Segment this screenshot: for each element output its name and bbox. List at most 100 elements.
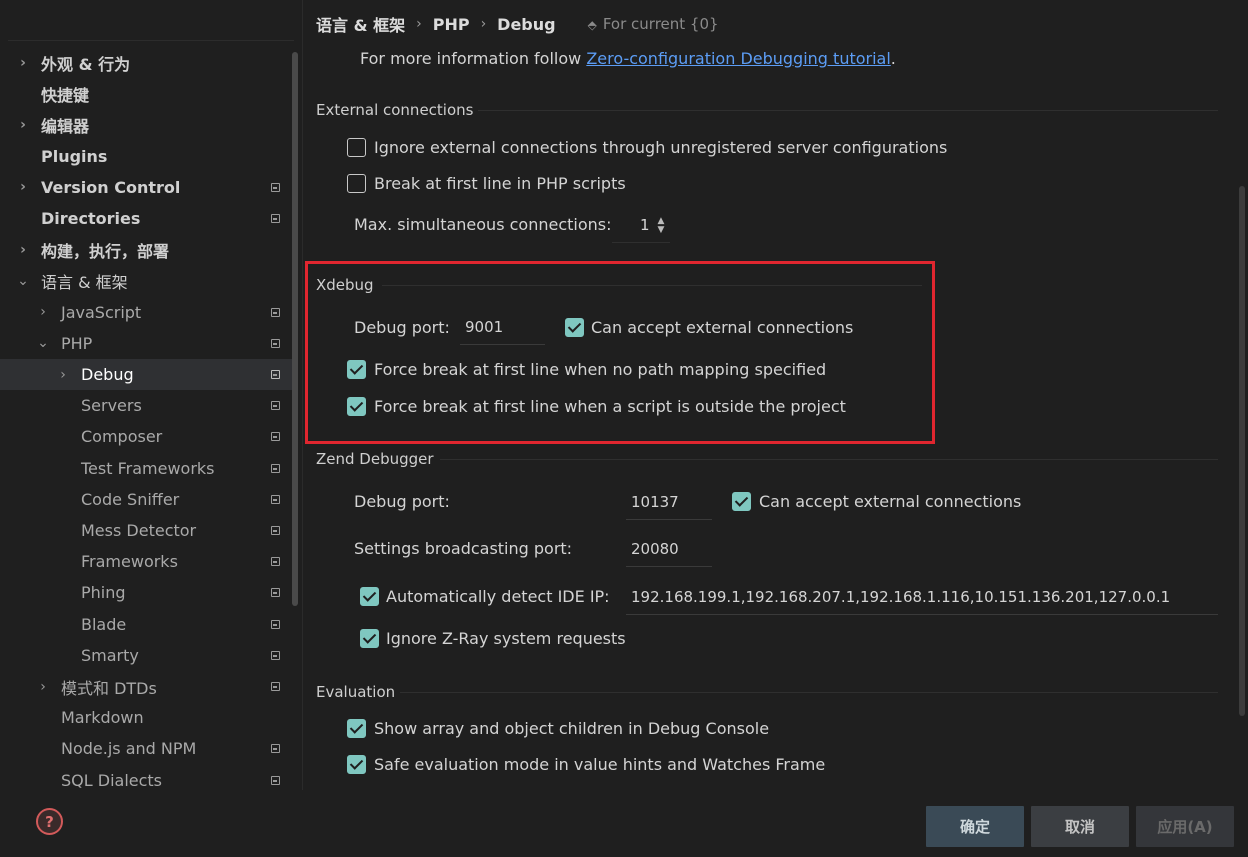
sidebar-item-label: Debug xyxy=(81,365,134,384)
chevron-right-icon[interactable]: › xyxy=(35,304,51,320)
project-scope-icon xyxy=(271,463,280,473)
zend-port-input[interactable]: 10137 xyxy=(626,484,712,520)
cancel-button[interactable]: 取消 xyxy=(1031,806,1129,847)
sidebar-item[interactable]: Smarty xyxy=(0,640,292,671)
info-suffix: . xyxy=(890,49,896,68)
sidebar-item[interactable]: 快捷键 xyxy=(0,78,292,109)
sidebar-item[interactable]: ⌄ 语言 & 框架 xyxy=(0,265,292,296)
break-first-line-checkbox[interactable] xyxy=(347,174,366,193)
content-scrollbar[interactable] xyxy=(1239,186,1245,716)
project-scope-icon: ⬘ xyxy=(587,18,597,32)
sidebar-item-label: 语言 & 框架 xyxy=(41,272,128,292)
safe-evaluation-checkbox[interactable] xyxy=(347,755,366,774)
ignore-zray-checkbox[interactable] xyxy=(360,629,379,648)
project-scope-icon xyxy=(271,338,280,348)
sidebar-item[interactable]: › 模式和 DTDs xyxy=(0,671,292,702)
sidebar-item[interactable]: Phing xyxy=(0,577,292,608)
force-break-outside-label[interactable]: Force break at first line when a script … xyxy=(374,397,846,416)
project-scope-icon xyxy=(271,307,280,317)
xdebug-accept-checkbox[interactable] xyxy=(565,318,584,337)
breadcrumb-separator: › xyxy=(480,16,487,32)
project-scope-icon xyxy=(271,744,280,754)
sidebar-item[interactable]: › 编辑器 xyxy=(0,109,292,140)
sidebar-item-label: 快捷键 xyxy=(41,85,90,105)
breadcrumb-item-php[interactable]: PHP xyxy=(433,15,470,34)
sidebar-scrollbar[interactable] xyxy=(292,52,298,606)
sidebar-item[interactable]: Markdown xyxy=(0,702,292,733)
sidebar-item-label: Markdown xyxy=(61,708,144,728)
zend-accept-checkbox[interactable] xyxy=(732,492,751,511)
sidebar-item[interactable]: Node.js and NPM xyxy=(0,733,292,764)
sidebar-item-label: Composer xyxy=(81,427,163,447)
force-break-no-mapping-checkbox[interactable] xyxy=(347,360,366,379)
safe-evaluation-label[interactable]: Safe evaluation mode in value hints and … xyxy=(374,755,825,774)
sidebar-item[interactable]: ⌄ PHP xyxy=(0,328,292,359)
force-break-outside-checkbox[interactable] xyxy=(347,397,366,416)
force-break-no-mapping-label[interactable]: Force break at first line when no path m… xyxy=(374,360,826,379)
sidebar-item-label: Blade xyxy=(81,614,127,634)
chevron-right-icon[interactable]: › xyxy=(55,367,71,383)
sidebar-item[interactable]: Servers xyxy=(0,390,292,421)
sidebar-item[interactable]: Plugins xyxy=(0,141,292,172)
breadcrumb: 语言 & 框架 › PHP › Debug ⬘ For current {0} xyxy=(316,12,719,36)
xdebug-title: Xdebug xyxy=(316,276,374,294)
chevron-right-icon[interactable]: › xyxy=(35,679,51,695)
sidebar-item[interactable]: Code Sniffer xyxy=(0,484,292,515)
project-scope-icon xyxy=(271,526,280,535)
sidebar-item[interactable]: Test Frameworks xyxy=(0,453,292,484)
sidebar-item-label: Servers xyxy=(81,396,142,416)
sidebar-item[interactable]: › 外观 & 行为 xyxy=(0,47,292,78)
ignore-zray-label[interactable]: Ignore Z-Ray system requests xyxy=(386,629,626,648)
debugging-tutorial-link[interactable]: Zero-configuration Debugging tutorial xyxy=(586,49,890,68)
sidebar-item-label: PHP xyxy=(61,333,93,353)
auto-detect-ip-label[interactable]: Automatically detect IDE IP: xyxy=(386,587,610,606)
sidebar-item[interactable]: Composer xyxy=(0,421,292,452)
zend-accept-label[interactable]: Can accept external connections xyxy=(759,492,1021,511)
chevron-right-icon[interactable]: › xyxy=(15,179,31,195)
sidebar-item-label: Mess Detector xyxy=(81,521,197,540)
xdebug-port-input[interactable]: 9001 xyxy=(460,309,545,345)
sidebar-item[interactable]: › 构建，执行，部署 xyxy=(0,234,292,265)
sidebar-item[interactable]: SQL Dialects xyxy=(0,765,292,790)
chevron-right-icon[interactable]: › xyxy=(15,117,31,133)
chevron-right-icon[interactable]: › xyxy=(15,55,31,71)
sidebar-item-label: Smarty xyxy=(81,645,139,665)
panel-divider[interactable] xyxy=(302,0,303,790)
help-icon[interactable]: ? xyxy=(36,808,63,835)
sidebar-item[interactable]: Directories xyxy=(0,203,292,234)
chevron-down-icon[interactable]: ⌄ xyxy=(35,335,51,351)
info-text: For more information follow Zero-configu… xyxy=(360,49,896,68)
sidebar-item[interactable]: Frameworks xyxy=(0,546,292,577)
sidebar-item[interactable]: Mess Detector xyxy=(0,515,292,546)
chevron-down-icon[interactable]: ⌄ xyxy=(15,273,31,289)
project-scope-icon xyxy=(271,182,280,192)
show-children-label[interactable]: Show array and object children in Debug … xyxy=(374,719,769,738)
sidebar-item[interactable]: › Debug xyxy=(0,359,292,390)
project-scope-icon xyxy=(271,214,280,223)
broadcast-port-input[interactable]: 20080 xyxy=(626,531,712,567)
sidebar-item-label: Phing xyxy=(81,583,126,603)
sidebar-item[interactable]: Blade xyxy=(0,609,292,640)
ide-ip-input[interactable]: 192.168.199.1,192.168.207.1,192.168.1.11… xyxy=(626,579,1218,615)
chevron-right-icon[interactable]: › xyxy=(15,242,31,258)
project-scope-icon xyxy=(271,370,280,379)
break-first-line-label[interactable]: Break at first line in PHP scripts xyxy=(374,174,626,193)
project-scope-icon xyxy=(271,557,280,567)
xdebug-accept-label[interactable]: Can accept external connections xyxy=(591,318,853,337)
show-children-checkbox[interactable] xyxy=(347,719,366,738)
scope-text: For current {0} xyxy=(602,15,719,33)
sidebar-divider xyxy=(8,40,294,41)
breadcrumb-item-languages[interactable]: 语言 & 框架 xyxy=(316,12,405,36)
sidebar-item[interactable]: › JavaScript xyxy=(0,297,292,328)
ok-button[interactable]: 确定 xyxy=(926,806,1024,847)
sidebar-item[interactable]: › Version Control xyxy=(0,172,292,203)
spinner-arrows-icon[interactable]: ▲ ▼ xyxy=(655,217,667,237)
sidebar-item-label: Plugins xyxy=(41,146,108,166)
project-scope-icon xyxy=(271,401,280,411)
ignore-external-label[interactable]: Ignore external connections through unre… xyxy=(374,138,947,157)
sidebar-item-label: Node.js and NPM xyxy=(61,739,197,759)
auto-detect-ip-checkbox[interactable] xyxy=(360,587,379,606)
apply-button[interactable]: 应用(A) xyxy=(1136,806,1234,847)
info-prefix: For more information follow xyxy=(360,49,587,68)
ignore-external-checkbox[interactable] xyxy=(347,138,366,157)
